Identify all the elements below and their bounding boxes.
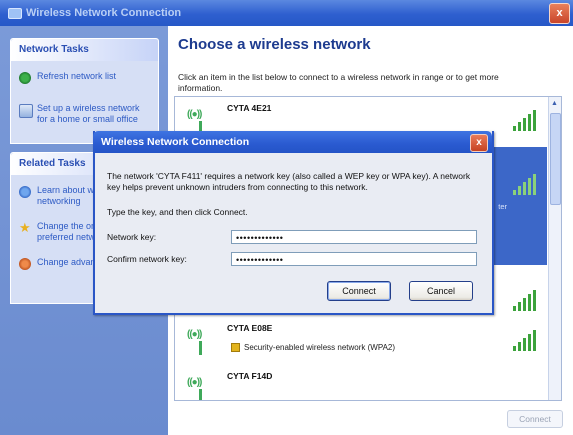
wireless-network-window: Wireless Network Connection x Network Ta… [0, 0, 573, 435]
network-tasks-heading: Network Tasks [11, 39, 158, 61]
scroll-up-icon[interactable]: ▲ [550, 99, 559, 109]
dialog-titlebar[interactable]: Wireless Network Connection x [93, 131, 492, 153]
network-key-label: Network key: [107, 232, 157, 242]
network-ssid: CYTA F14D [227, 371, 273, 381]
signal-strength-icon [513, 173, 539, 195]
connect-button-disabled[interactable]: Connect [507, 410, 563, 428]
network-key-field[interactable]: ••••••••••••• [231, 230, 477, 244]
network-ssid: CYTA E08E [227, 323, 273, 333]
dialog-instruction: Type the key, and then click Connect. [107, 207, 248, 217]
dialog-close-icon[interactable]: x [470, 134, 488, 152]
network-list-scrollbar[interactable]: ▲ [548, 97, 561, 400]
signal-strength-icon [513, 329, 539, 351]
help-icon [19, 186, 31, 198]
scrollbar-thumb[interactable] [550, 113, 561, 205]
task-label: Refresh network list [37, 71, 117, 81]
window-title: Wireless Network Connection [26, 7, 182, 19]
refresh-icon [19, 72, 31, 84]
network-status-text: ter [498, 202, 507, 211]
star-icon: ★ [19, 220, 31, 235]
network-item[interactable]: ((●)) CYTA F14D [175, 365, 547, 400]
signal-strength-icon [513, 289, 539, 311]
confirm-key-field[interactable]: ••••••••••••• [231, 252, 477, 266]
network-key-dialog: Wireless Network Connection x The networ… [93, 131, 494, 315]
settings-icon [19, 258, 31, 270]
connect-button[interactable]: Connect [327, 281, 391, 301]
network-tasks-panel: Network Tasks Refresh network list Set u… [10, 38, 159, 144]
setup-network-icon [19, 104, 33, 118]
network-ssid: CYTA 4E21 [227, 103, 272, 113]
page-description: Click an item in the list below to conne… [178, 72, 499, 93]
wireless-antenna-icon: ((●)) [187, 375, 215, 400]
page-title: Choose a wireless network [178, 36, 371, 53]
confirm-key-label: Confirm network key: [107, 254, 187, 264]
window-titlebar[interactable]: Wireless Network Connection x [0, 0, 573, 26]
network-security-text: Security-enabled wireless network (WPA2) [244, 343, 396, 352]
cancel-button[interactable]: Cancel [409, 281, 473, 301]
network-security: Security-enabled wireless network (WPA2) [231, 343, 396, 353]
network-icon [8, 8, 22, 19]
wireless-antenna-icon: ((●)) [187, 327, 215, 357]
network-item[interactable]: ((●)) CYTA E08E Security-enabled wireles… [175, 317, 547, 367]
task-label: Set up a wireless network for a home or … [37, 103, 140, 124]
dialog-title: Wireless Network Connection [101, 136, 250, 148]
dialog-message: The network 'CYTA F411' requires a netwo… [107, 171, 471, 192]
lock-icon [231, 343, 240, 353]
signal-strength-icon [513, 109, 539, 131]
close-icon[interactable]: x [549, 3, 570, 24]
task-refresh-network-list[interactable]: Refresh network list [11, 67, 158, 91]
task-setup-wireless-network[interactable]: Set up a wireless network for a home or … [11, 99, 158, 129]
